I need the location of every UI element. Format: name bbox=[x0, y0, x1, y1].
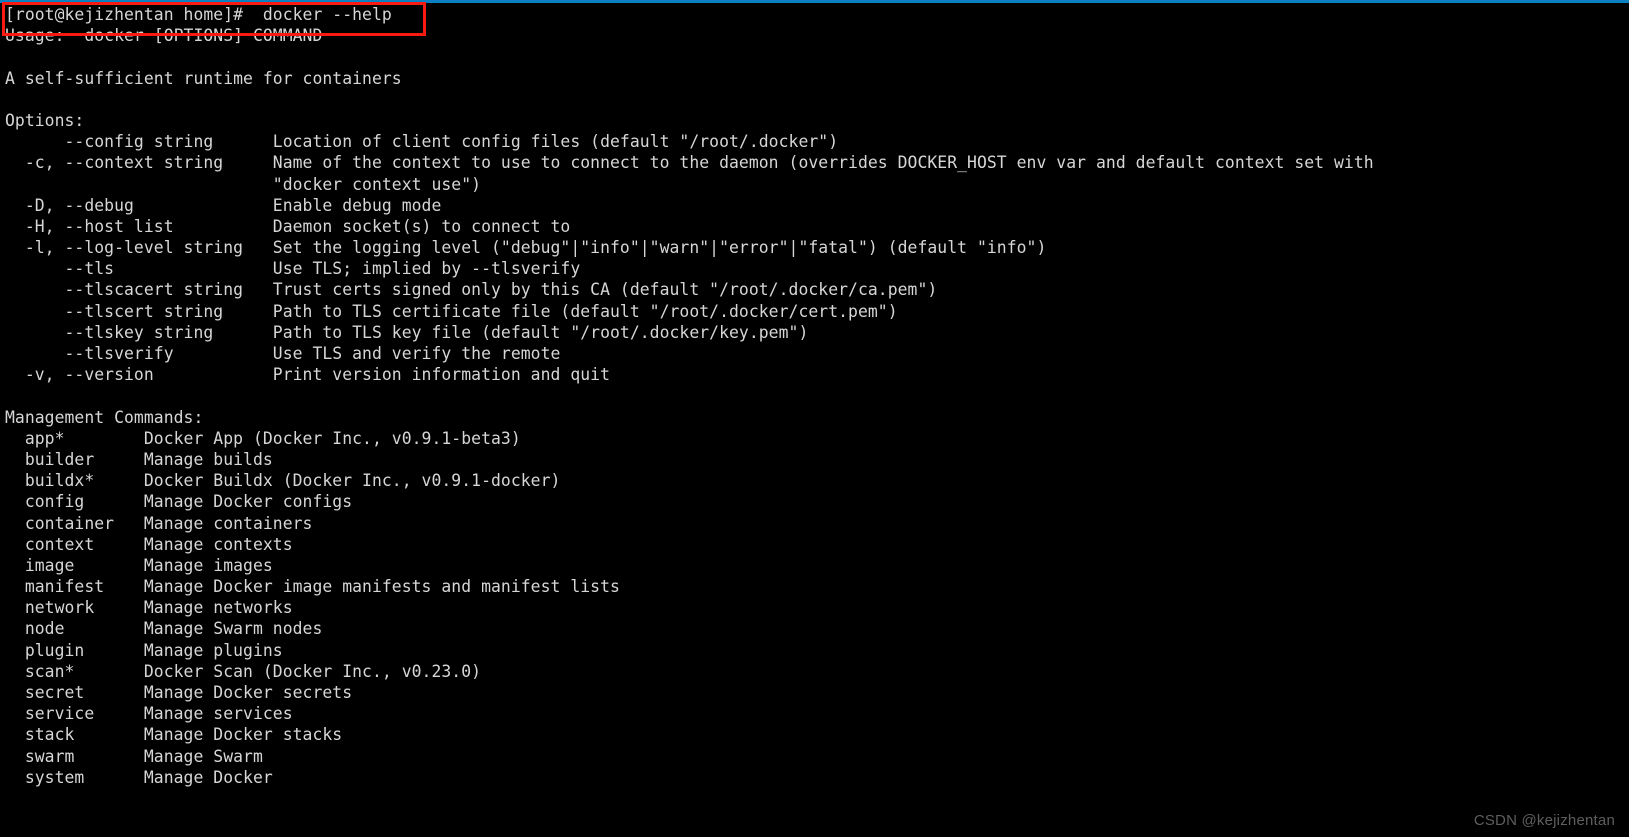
terminal-line: service Manage services bbox=[5, 704, 293, 724]
terminal-line: --tlscert string Path to TLS certificate… bbox=[5, 301, 898, 321]
terminal-line: -D, --debug Enable debug mode bbox=[5, 195, 442, 215]
terminal-line: image Manage images bbox=[5, 555, 273, 575]
terminal-window[interactable]: [root@kejizhentan home]# docker --help Us… bbox=[0, 0, 1629, 837]
terminal-line: plugin Manage plugins bbox=[5, 640, 283, 660]
terminal-line: container Manage containers bbox=[5, 513, 313, 533]
terminal-line: Options: bbox=[5, 110, 85, 130]
terminal-line: -l, --log-level string Set the logging l… bbox=[5, 238, 1047, 258]
terminal-line: --tlscacert string Trust certs signed on… bbox=[5, 280, 938, 300]
terminal-line: secret Manage Docker secrets bbox=[5, 683, 353, 702]
terminal-line: config Manage Docker configs bbox=[5, 492, 353, 512]
terminal-line: Management Commands: bbox=[5, 407, 204, 427]
terminal-line: A self-sufficient runtime for containers bbox=[5, 68, 402, 88]
window-accent-bar bbox=[0, 0, 1629, 3]
terminal-line: --tls Use TLS; implied by --tlsverify bbox=[5, 259, 581, 279]
terminal-line: builder Manage builds bbox=[5, 449, 273, 469]
terminal-line: --tlsverify Use TLS and verify the remot… bbox=[5, 344, 561, 363]
terminal-line: system Manage Docker bbox=[5, 767, 273, 787]
terminal-line: -v, --version Print version information … bbox=[5, 365, 610, 385]
terminal-line: --tlskey string Path to TLS key file (de… bbox=[5, 322, 809, 342]
terminal-line: "docker context use") bbox=[5, 174, 482, 194]
terminal-line: context Manage contexts bbox=[5, 534, 293, 554]
terminal-line: app* Docker App (Docker Inc., v0.9.1-bet… bbox=[5, 428, 521, 448]
terminal-line: manifest Manage Docker image manifests a… bbox=[5, 577, 620, 597]
terminal-line: --config string Location of client confi… bbox=[5, 132, 839, 152]
terminal-output: [root@kejizhentan home]# docker --help Us… bbox=[5, 4, 1625, 788]
terminal-line: buildx* Docker Buildx (Docker Inc., v0.9… bbox=[5, 471, 561, 491]
terminal-line: network Manage networks bbox=[5, 598, 293, 618]
terminal-line: -H, --host list Daemon socket(s) to conn… bbox=[5, 216, 571, 236]
terminal-line: -c, --context string Name of the context… bbox=[5, 153, 1374, 173]
terminal-line: swarm Manage Swarm bbox=[5, 746, 263, 766]
terminal-line: [root@kejizhentan home]# docker --help bbox=[5, 5, 392, 24]
terminal-line: stack Manage Docker stacks bbox=[5, 725, 343, 745]
terminal-line: node Manage Swarm nodes bbox=[5, 619, 323, 639]
terminal-line: scan* Docker Scan (Docker Inc., v0.23.0) bbox=[5, 661, 482, 681]
terminal-line: Usage: docker [OPTIONS] COMMAND bbox=[5, 26, 323, 46]
watermark-label: CSDN @kejizhentan bbox=[1473, 812, 1615, 829]
